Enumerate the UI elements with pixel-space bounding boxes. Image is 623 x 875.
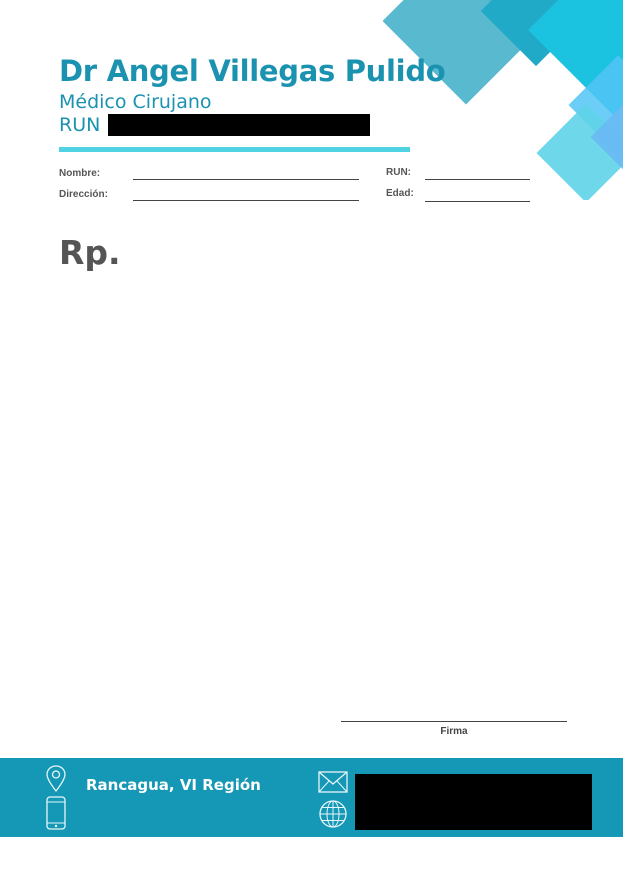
location-pin-icon [46,765,66,793]
nombre-field[interactable]: Nombre: [59,168,359,180]
signature-line [341,721,567,722]
patient-run-line[interactable] [425,178,530,180]
doctor-run-label: RUN [59,114,101,136]
direccion-line[interactable] [133,199,359,201]
decorative-diamonds [383,0,623,200]
signature-label: Firma [440,726,468,737]
mail-icon [318,771,348,793]
edad-field[interactable]: Edad: [386,188,530,202]
nombre-line[interactable] [133,178,359,180]
footer-city: Rancagua, VI Región [86,776,261,794]
doctor-run: RUN [59,114,371,136]
direccion-label: Dirección: [59,189,108,200]
edad-label: Edad: [386,188,414,199]
header-accent-line [59,147,410,152]
prescription-rp-label: Rp. [59,233,121,272]
redacted-run-number [108,114,371,136]
redacted-contact-info [355,774,592,830]
globe-icon [319,800,347,828]
patient-run-label: RUN: [386,167,411,178]
footer-bar: Rancagua, VI Región [0,758,623,837]
edad-line[interactable] [425,200,530,202]
doctor-specialty: Médico Cirujano [59,91,212,113]
nombre-label: Nombre: [59,168,101,179]
direccion-field[interactable]: Dirección: [59,189,359,201]
patient-run-field[interactable]: RUN: [386,167,530,180]
phone-icon [46,796,66,830]
doctor-name: Dr Angel Villegas Pulido [59,54,446,88]
